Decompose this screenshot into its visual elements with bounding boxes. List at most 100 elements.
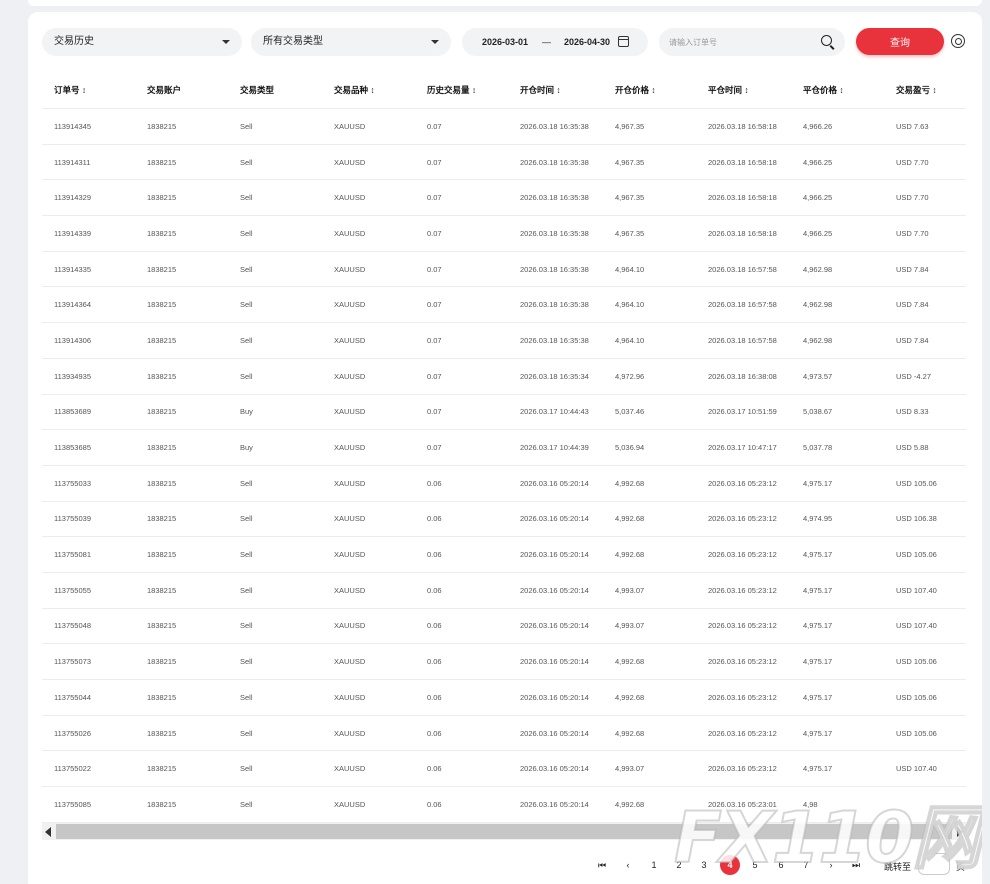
cell-close-price: 4,975.17 [803, 657, 833, 667]
cell-volume: 0.06 [427, 764, 442, 774]
cell-account: 1838215 [147, 335, 177, 345]
cell-close-time: 2026.03.18 16:57:58 [708, 300, 777, 310]
query-button[interactable]: 查询 [856, 28, 944, 55]
cell-close-price: 4,966.25 [803, 193, 833, 203]
column-header-close-price[interactable]: 平仓价格 ↕ [803, 72, 844, 108]
cell-open-time: 2026.03.16 05:20:14 [520, 478, 589, 488]
table-row: 113934935 1838215 Sell XAUUSD 0.07 2026.03.18… [42, 359, 966, 395]
column-header-trade-type: 交易类型 [240, 85, 275, 95]
column-header-open-time[interactable]: 开仓时间 ↕ [520, 72, 561, 108]
page-1[interactable]: 1 [644, 855, 664, 875]
cell-account: 1838215 [147, 121, 177, 131]
cell-symbol: XAUUSD [334, 157, 366, 167]
cell-volume: 0.06 [427, 692, 442, 702]
table-row: 113755048 1838215 Sell XAUUSD 0.06 2026.03.16… [42, 609, 966, 645]
cell-open-time: 2026.03.16 05:20:14 [520, 550, 589, 560]
column-header-profit[interactable]: 交易盈亏 ↕ [896, 72, 937, 108]
column-header-volume[interactable]: 历史交易量 ↕ [427, 72, 476, 108]
cell-close-time: 2026.03.16 05:23:12 [708, 692, 777, 702]
order-number-input[interactable] [669, 32, 809, 52]
cell-order-id: 113755022 [54, 764, 91, 774]
cell-open-price: 4,992.68 [615, 550, 645, 560]
column-header-symbol[interactable]: 交易品种 ↕ [334, 72, 375, 108]
table-row: 113755044 1838215 Sell XAUUSD 0.06 2026.03.16… [42, 680, 966, 716]
cell-open-time: 2026.03.18 16:35:38 [520, 193, 589, 203]
first-page-icon[interactable]: ⏮ [594, 855, 610, 875]
scroll-left-icon[interactable] [45, 827, 51, 837]
cell-volume: 0.07 [427, 264, 442, 274]
calendar-icon[interactable] [618, 36, 629, 47]
date-range-picker[interactable]: 2026-03-01 — 2026-04-30 [462, 28, 648, 56]
table-row: 113914339 1838215 Sell XAUUSD 0.07 2026.03.18… [42, 216, 966, 252]
cell-trade-type: Sell [240, 692, 253, 702]
search-icon[interactable] [821, 35, 832, 46]
cell-close-time: 2026.03.16 05:23:12 [708, 585, 777, 595]
trade-type-select[interactable]: 所有交易类型 [251, 28, 451, 56]
column-header-order-id[interactable]: 订单号 ↕ [54, 72, 86, 108]
cell-profit: USD 7.63 [896, 121, 929, 131]
cell-open-time: 2026.03.16 05:20:14 [520, 657, 589, 667]
cell-account: 1838215 [147, 371, 177, 381]
cell-close-time: 2026.03.18 16:38:08 [708, 371, 777, 381]
cell-order-id: 113914306 [54, 335, 91, 345]
cell-profit: USD 7.84 [896, 300, 929, 310]
cell-profit: USD 7.70 [896, 193, 929, 203]
trade-history-table: 订单号 ↕ 交易账户 交易类型 交易品种 ↕ 历史交易量 ↕ 开仓时间 ↕ 开仓价格 ↕ 平仓… [42, 72, 966, 823]
order-search [659, 28, 845, 56]
cell-trade-type: Sell [240, 514, 253, 524]
cell-open-time: 2026.03.16 05:20:14 [520, 621, 589, 631]
cell-open-time: 2026.03.16 05:20:14 [520, 728, 589, 738]
cell-open-price: 4,993.07 [615, 764, 645, 774]
cell-profit: USD 105.06 [896, 728, 937, 738]
cell-profit: USD 107.40 [896, 764, 937, 774]
cell-trade-type: Sell [240, 371, 253, 381]
cell-profit: USD 105.06 [896, 692, 937, 702]
top-card-edge [28, 0, 982, 6]
cell-open-price: 4,972.96 [615, 371, 645, 381]
cell-symbol: XAUUSD [334, 228, 366, 238]
cell-profit: USD 7.70 [896, 228, 929, 238]
table-row: 113914345 1838215 Sell XAUUSD 0.07 2026.03.18… [42, 109, 966, 145]
cell-open-time: 2026.03.18 16:35:34 [520, 371, 589, 381]
cell-order-id: 113755048 [54, 621, 91, 631]
table-row: 113755073 1838215 Sell XAUUSD 0.06 2026.03.16… [42, 644, 966, 680]
cell-symbol: XAUUSD [334, 407, 366, 417]
cell-close-price: 4,975.17 [803, 585, 833, 595]
cell-close-time: 2026.03.18 16:58:18 [708, 157, 777, 167]
table-row: 113914311 1838215 Sell XAUUSD 0.07 2026.03.18… [42, 145, 966, 181]
cell-open-time: 2026.03.16 05:20:14 [520, 764, 589, 774]
cell-account: 1838215 [147, 585, 177, 595]
cell-open-price: 5,037.46 [615, 407, 645, 417]
cell-close-price: 5,037.78 [803, 443, 833, 453]
cell-open-time: 2026.03.16 05:20:14 [520, 585, 589, 595]
watermark-logo: FX110网 [673, 796, 982, 880]
cell-open-price: 4,964.10 [615, 300, 645, 310]
cell-symbol: XAUUSD [334, 193, 366, 203]
prev-page-icon[interactable]: ‹ [620, 855, 636, 875]
cell-order-id: 113914329 [54, 193, 91, 203]
cell-volume: 0.07 [427, 371, 442, 381]
cell-trade-type: Sell [240, 121, 253, 131]
cell-open-price: 4,967.35 [615, 157, 645, 167]
cell-close-time: 2026.03.18 16:58:18 [708, 228, 777, 238]
cell-trade-type: Sell [240, 799, 253, 809]
column-header-close-time[interactable]: 平仓时间 ↕ [708, 72, 749, 108]
cell-account: 1838215 [147, 300, 177, 310]
table-row: 113853689 1838215 Buy XAUUSD 0.07 2026.03.17 … [42, 395, 966, 431]
cell-account: 1838215 [147, 657, 177, 667]
column-header-open-price[interactable]: 开仓价格 ↕ [615, 72, 656, 108]
cell-account: 1838215 [147, 621, 177, 631]
cell-order-id: 113934935 [54, 371, 91, 381]
date-to[interactable]: 2026-04-30 [564, 28, 610, 56]
history-select[interactable]: 交易历史 [42, 28, 242, 56]
date-from[interactable]: 2026-03-01 [482, 28, 528, 56]
trade-type-select-value: 所有交易类型 [263, 36, 323, 47]
cell-close-price: 4,975.17 [803, 478, 833, 488]
cell-order-id: 113755033 [54, 478, 91, 488]
cell-close-time: 2026.03.16 05:23:12 [708, 478, 777, 488]
cell-volume: 0.07 [427, 228, 442, 238]
settings-icon[interactable] [951, 34, 965, 48]
cell-trade-type: Sell [240, 585, 253, 595]
cell-close-price: 4,962.98 [803, 300, 833, 310]
cell-close-time: 2026.03.16 05:23:12 [708, 728, 777, 738]
